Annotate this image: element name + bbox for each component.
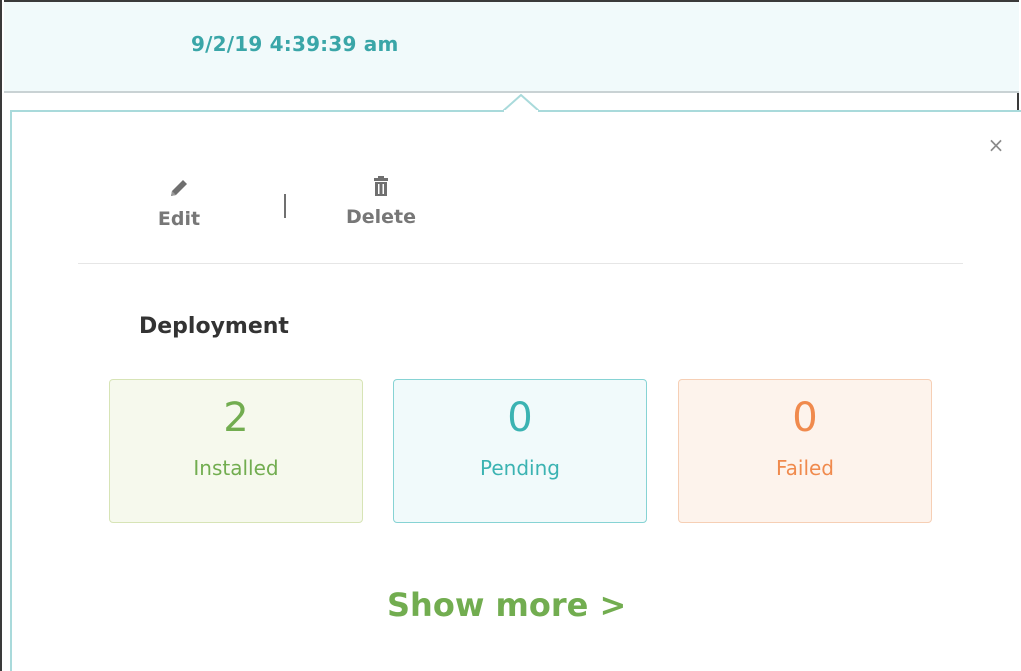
delete-label: Delete — [345, 206, 417, 228]
popover-caret — [503, 94, 539, 112]
selected-row[interactable]: 9/2/19 4:39:39 am — [4, 0, 1019, 92]
delete-button[interactable]: Delete — [338, 176, 424, 228]
timestamp: 9/2/19 4:39:39 am — [191, 32, 399, 56]
pending-count: 0 — [507, 395, 533, 441]
pencil-icon — [171, 180, 187, 196]
edit-button[interactable]: Edit — [148, 176, 210, 230]
installed-tile[interactable]: 2 Installed — [109, 379, 363, 523]
row-divider — [4, 91, 1019, 93]
deployment-title: Deployment — [139, 314, 289, 339]
close-icon[interactable]: × — [986, 135, 1006, 155]
action-separator — [284, 194, 286, 218]
pending-tile[interactable]: 0 Pending — [393, 379, 647, 523]
failed-count: 0 — [792, 395, 818, 441]
failed-tile[interactable]: 0 Failed — [678, 379, 932, 523]
show-more-link[interactable]: Show more > — [387, 586, 626, 624]
failed-label: Failed — [775, 456, 835, 480]
trash-icon — [374, 176, 388, 196]
pending-label: Pending — [480, 456, 560, 480]
installed-label: Installed — [193, 456, 279, 480]
installed-count: 2 — [223, 395, 249, 441]
section-divider — [78, 263, 963, 264]
window-frame: 9/2/19 4:39:39 am × Edit Delete Deployme… — [0, 0, 1021, 671]
edit-label: Edit — [157, 208, 201, 230]
